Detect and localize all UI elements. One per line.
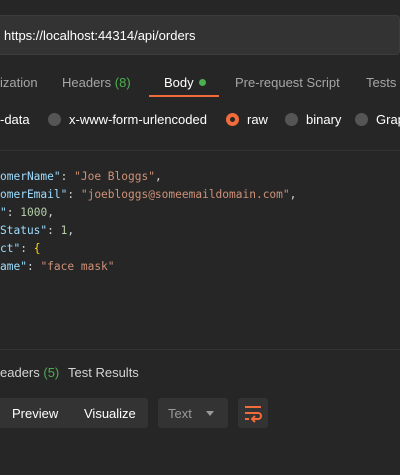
radio-unchecked-icon[interactable]	[285, 113, 298, 126]
chevron-down-icon	[206, 411, 214, 416]
tab-authorization[interactable]: ization	[0, 75, 38, 90]
postman-request-panel: https://localhost:44314/api/orders izati…	[0, 0, 400, 475]
wrap-lines-icon	[245, 406, 262, 423]
url-bar[interactable]: https://localhost:44314/api/orders	[0, 15, 400, 55]
tab-body-label: Body	[164, 75, 194, 90]
response-tabs: eaders (5) Test Results	[0, 360, 400, 384]
body-type-form-data[interactable]: -data	[0, 112, 30, 127]
code-line: ame": "face mask"	[0, 260, 115, 273]
body-type-raw[interactable]: raw	[226, 112, 268, 127]
radio-checked-icon[interactable]	[226, 113, 239, 126]
code-line: ": 1000,	[0, 206, 54, 219]
code-line: omerEmail": "joebloggs@someemaildomain.c…	[0, 188, 297, 201]
active-tab-underline	[149, 95, 219, 97]
tab-authorization-label: ization	[0, 75, 38, 90]
body-type-form-data-label: -data	[0, 112, 30, 127]
json-value: "Joe Bloggs"	[74, 170, 155, 183]
json-value: "joebloggs@someemaildomain.com"	[80, 188, 290, 201]
radio-unchecked-icon[interactable]	[355, 113, 368, 126]
json-value: {	[33, 242, 41, 255]
body-type-graphql[interactable]: Grap	[355, 112, 400, 127]
body-type-urlencoded[interactable]: x-www-form-urlencoded	[48, 112, 207, 127]
response-toolbar: Preview Visualize Text	[0, 398, 400, 428]
tab-test-results[interactable]: Test Results	[68, 365, 139, 380]
body-type-raw-label: raw	[247, 112, 268, 127]
tab-response-headers-label: eaders	[0, 365, 40, 380]
body-type-urlencoded-label: x-www-form-urlencoded	[69, 112, 207, 127]
green-dot-icon	[198, 79, 206, 86]
response-view-segment: Preview Visualize	[0, 398, 148, 428]
json-key: ame"	[0, 260, 27, 273]
body-type-binary-label: binary	[306, 112, 342, 127]
request-url[interactable]: https://localhost:44314/api/orders	[4, 28, 196, 43]
code-line: omerName": "Joe Bloggs",	[0, 170, 162, 183]
body-type-graphql-label: Grap	[376, 112, 400, 127]
tab-pre-request-script[interactable]: Pre-request Script	[235, 75, 340, 90]
tab-headers-count: (8)	[114, 75, 131, 90]
json-key: ct"	[0, 242, 21, 255]
tab-tests-label: Tests	[366, 75, 397, 90]
body-type-binary[interactable]: binary	[285, 112, 341, 127]
visualize-button[interactable]: Visualize	[84, 406, 136, 421]
tab-headers[interactable]: Headers (8)	[62, 75, 131, 90]
json-key: "	[0, 206, 7, 219]
format-select[interactable]: Text	[158, 398, 228, 428]
format-select-value: Text	[168, 406, 192, 421]
body-type-selector: -data x-www-form-urlencoded raw binary G…	[0, 108, 400, 132]
tab-tests[interactable]: Tests	[366, 75, 396, 90]
json-key: Status"	[0, 224, 48, 237]
preview-button[interactable]: Preview	[12, 406, 58, 421]
tab-response-headers[interactable]: eaders (5)	[0, 365, 59, 380]
json-value: "face mask"	[40, 260, 115, 273]
tab-body[interactable]: Body	[164, 75, 206, 90]
tab-headers-label: Headers	[62, 75, 112, 90]
tab-test-results-label: Test Results	[68, 365, 139, 380]
json-value: 1000	[20, 206, 48, 219]
code-editor[interactable]: omerName": "Joe Bloggs", omerEmail": "jo…	[0, 150, 400, 350]
code-line: ct": {	[0, 242, 41, 255]
json-key: omerEmail"	[0, 188, 68, 201]
code-line: Status": 1,	[0, 224, 75, 237]
json-key: omerName"	[0, 170, 61, 183]
tab-response-headers-count: (5)	[43, 365, 60, 380]
radio-unchecked-icon[interactable]	[48, 113, 61, 126]
tab-pre-request-script-label: Pre-request Script	[235, 75, 340, 90]
wrap-lines-button[interactable]	[238, 398, 268, 428]
